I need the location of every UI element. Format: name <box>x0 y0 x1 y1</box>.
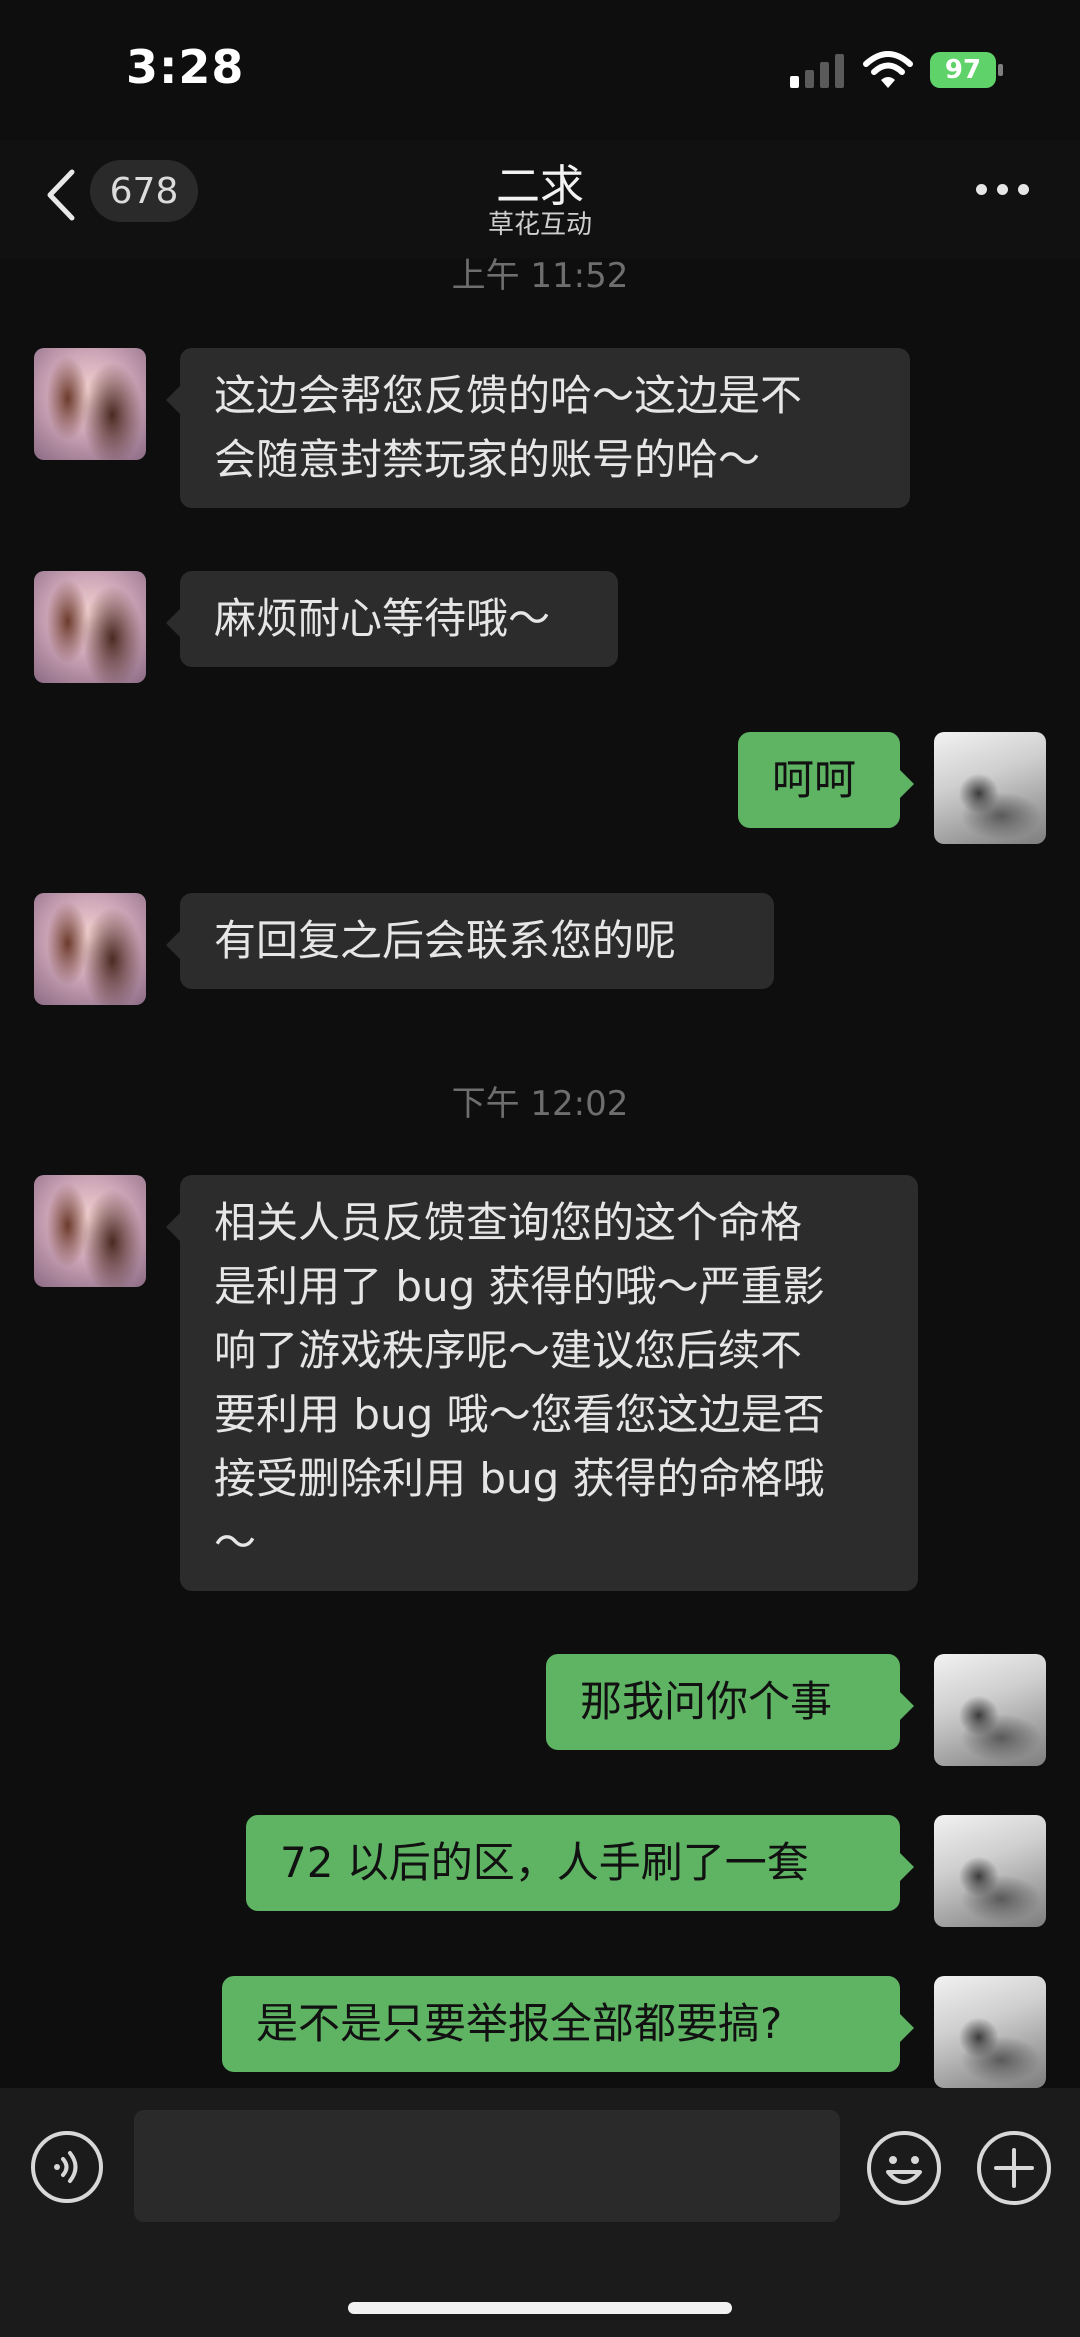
contact-avatar[interactable] <box>34 1175 146 1287</box>
timestamp: 上午 11:52 <box>451 256 629 296</box>
user-avatar[interactable] <box>934 1976 1046 2088</box>
message-bubble[interactable]: 有回复之后会联系您的呢 <box>166 893 774 989</box>
message-bubble[interactable]: 呵呵 <box>738 732 914 828</box>
timestamp: 下午 12:02 <box>451 1084 629 1124</box>
wifi-icon <box>863 51 913 88</box>
status-bar: 3:28 97 <box>0 0 1080 140</box>
message-bubble[interactable]: 这边会帮您反馈的哈～这边是不 会随意封禁玩家的账号的哈～ <box>166 348 910 508</box>
status-time: 3:28 <box>126 40 245 94</box>
message-bubble[interactable]: 那我问你个事 <box>546 1654 914 1750</box>
more-icon[interactable] <box>976 184 1030 198</box>
contact-avatar[interactable] <box>34 348 146 460</box>
user-avatar[interactable] <box>934 1815 1046 1927</box>
user-avatar[interactable] <box>934 1654 1046 1766</box>
battery-icon: 97 <box>930 52 1004 88</box>
chat-header: 678 二求 草花互动 <box>0 140 1080 258</box>
message-bubble[interactable]: 相关人员反馈查询您的这个命格 是利用了 bug 获得的哦～严重影 响了游戏秩序呢… <box>166 1175 918 1591</box>
signal-icon <box>790 54 844 88</box>
voice-icon[interactable] <box>30 2130 104 2204</box>
message-bubble[interactable]: 是不是只要举报全部都要搞? <box>222 1976 914 2072</box>
contact-avatar[interactable] <box>34 893 146 1005</box>
home-indicator[interactable] <box>348 2302 732 2314</box>
message-bubble[interactable]: 72 以后的区，人手刷了一套 <box>246 1815 914 1911</box>
chat-subtitle: 草花互动 <box>487 210 592 240</box>
contact-avatar[interactable] <box>34 571 146 683</box>
user-avatar[interactable] <box>934 732 1046 844</box>
battery-level: 97 <box>930 52 996 88</box>
input-bar <box>0 2088 1080 2337</box>
message-bubble[interactable]: 麻烦耐心等待哦～ <box>166 571 618 667</box>
message-input[interactable] <box>134 2110 840 2222</box>
plus-icon[interactable] <box>976 2130 1052 2206</box>
emoji-icon[interactable] <box>866 2130 942 2206</box>
